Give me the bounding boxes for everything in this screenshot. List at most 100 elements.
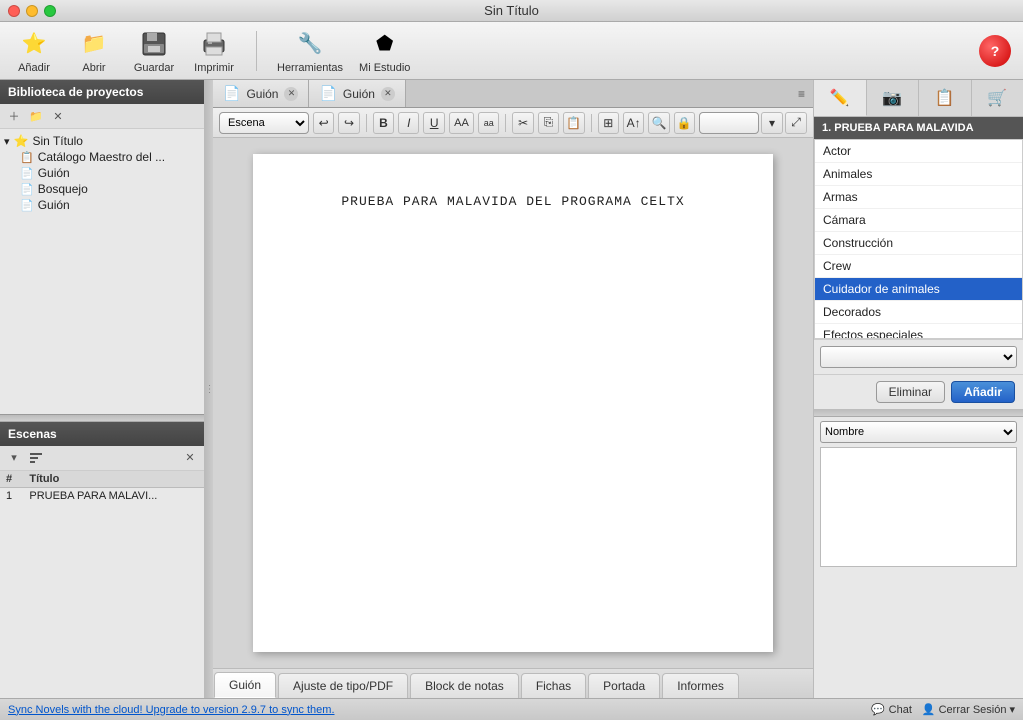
tab-2[interactable]: 📄 Guión ✕ — [309, 80, 405, 107]
mystudio-button[interactable]: ⬟ Mi Estudio — [359, 28, 410, 74]
paste-btn[interactable]: 📋 — [563, 112, 584, 134]
chat-label: Chat — [889, 704, 912, 716]
left-sidebar: Biblioteca de proyectos ＋ 📁 ✕ ▾ ⭐ Sin Tí… — [0, 80, 205, 698]
resize-handle[interactable]: ⋮ — [205, 80, 213, 698]
cut-btn[interactable]: ✂ — [512, 112, 533, 134]
rp-item-camara[interactable]: Cámara — [815, 209, 1022, 232]
font-smaller-btn[interactable]: aa — [478, 112, 499, 134]
rp-tabs: ✏️ 📷 📋 🛒 — [814, 80, 1023, 117]
rp-item-construccion[interactable]: Construcción — [815, 232, 1022, 255]
tree-item-outline[interactable]: 📄 Bosquejo — [16, 181, 204, 197]
right-panel: ✏️ 📷 📋 🛒 1. PRUEBA PARA MALAVIDA Actor A… — [813, 80, 1023, 698]
tab2-close[interactable]: ✕ — [381, 87, 395, 101]
rp-delete-button[interactable]: Eliminar — [876, 381, 945, 403]
rp-item-decorados[interactable]: Decorados — [815, 301, 1022, 324]
mystudio-icon: ⬟ — [369, 28, 401, 60]
tools-button[interactable]: 🔧 Herramientas — [277, 28, 343, 74]
scenes-table: # Título 1 PRUEBA PARA MALAVI... — [0, 471, 204, 504]
sync-link[interactable]: Sync Novels with the cloud! Upgrade to v… — [8, 704, 335, 716]
rp-tab-cart[interactable]: 🛒 — [972, 80, 1023, 116]
triangle-icon: ▾ — [4, 135, 10, 148]
sidebar-remove-btn[interactable]: ✕ — [48, 107, 68, 125]
rp-item-crew[interactable]: Crew — [815, 255, 1022, 278]
fullscreen-btn[interactable]: ⤢ — [785, 112, 807, 134]
tab2-icon: 📄 — [319, 85, 336, 102]
folder-icon: 📁 — [78, 28, 110, 60]
rp-item-cuidador[interactable]: Cuidador de animales — [815, 278, 1022, 301]
typeface-btn[interactable]: A↑ — [623, 112, 644, 134]
rp-category-list: Actor Animales Armas Cámara Construcción… — [814, 139, 1023, 339]
tree-root[interactable]: ▾ ⭐ Sin Título — [0, 133, 204, 149]
rp-item-actor[interactable]: Actor — [815, 140, 1022, 163]
save-icon — [138, 28, 170, 60]
rp-search-dropdown[interactable] — [820, 346, 1017, 368]
help-icon[interactable]: ? — [979, 35, 1011, 67]
scenes-add-btn[interactable]: ▾ — [4, 449, 24, 467]
tree-item-script1[interactable]: 📄 Guión — [16, 165, 204, 181]
script-icon: 📄 — [20, 167, 34, 180]
font-larger-btn[interactable]: AA — [449, 112, 474, 134]
rp-item-armas[interactable]: Armas — [815, 186, 1022, 209]
bold-btn[interactable]: B — [373, 112, 394, 134]
minimize-button[interactable] — [26, 5, 38, 17]
tools-icon: 🔧 — [294, 28, 326, 60]
rp-tab-pen[interactable]: ✏️ — [814, 80, 867, 116]
sidebar-header: Biblioteca de proyectos — [0, 80, 204, 104]
chat-button[interactable]: 💬 Chat — [871, 703, 912, 716]
zoom-input[interactable]: 100% — [699, 112, 759, 134]
format-select[interactable]: Escena — [219, 112, 309, 134]
tab1-close[interactable]: ✕ — [284, 87, 298, 101]
btab-guion[interactable]: Guión — [214, 672, 276, 698]
redo-btn[interactable]: ↪ — [338, 112, 359, 134]
col-title: Título — [23, 471, 204, 488]
tab1-label: Guión — [246, 87, 278, 101]
btab-portada[interactable]: Portada — [588, 673, 660, 698]
add-button[interactable]: ⭐ Añadir — [12, 28, 56, 74]
print-button[interactable]: Imprimir — [192, 28, 236, 74]
rp-item-animales[interactable]: Animales — [815, 163, 1022, 186]
tree-item-script2[interactable]: 📄 Guión — [16, 197, 204, 213]
scenes-section: Escenas ▾ ✕ # Título — [0, 422, 204, 699]
script2-icon: 📄 — [20, 199, 34, 212]
copy-btn[interactable]: ⎘ — [538, 112, 559, 134]
session-button[interactable]: 👤 Cerrar Sesión ▾ — [922, 703, 1015, 716]
format-btn[interactable]: ⊞ — [598, 112, 619, 134]
document-content[interactable]: PRUEBA PARA MALAVIDA DEL PROGRAMA CELTX — [303, 194, 723, 209]
rp-nombre-select[interactable]: Nombre — [820, 421, 1017, 443]
scenes-sort-btn[interactable] — [26, 449, 46, 467]
tree-item-catalog[interactable]: 📋 Catálogo Maestro del ... — [16, 149, 204, 165]
rp-nombre-area: Nombre — [814, 417, 1023, 573]
rp-section-title: 1. PRUEBA PARA MALAVIDA — [814, 117, 1023, 139]
tabs-options[interactable]: ≡ — [790, 80, 813, 107]
tab-1[interactable]: 📄 Guión ✕ — [213, 80, 309, 107]
btab-ajuste[interactable]: Ajuste de tipo/PDF — [278, 673, 408, 698]
scenes-close-btn[interactable]: ✕ — [180, 449, 200, 467]
sidebar-folder-btn[interactable]: 📁 — [26, 107, 46, 125]
sidebar-add-btn[interactable]: ＋ — [4, 107, 24, 125]
rp-tab-camera[interactable]: 📷 — [867, 80, 920, 116]
search-btn[interactable]: 🔍 — [648, 112, 669, 134]
underline-btn[interactable]: U — [423, 112, 444, 134]
close-button[interactable] — [8, 5, 20, 17]
rp-item-efectos[interactable]: Efectos especiales — [815, 324, 1022, 339]
save-button[interactable]: Guardar — [132, 28, 176, 74]
btab-fichas[interactable]: Fichas — [521, 673, 586, 698]
scene-row[interactable]: 1 PRUEBA PARA MALAVI... — [0, 487, 204, 504]
rp-add-button[interactable]: Añadir — [951, 381, 1015, 403]
undo-btn[interactable]: ↩ — [313, 112, 334, 134]
lock-btn[interactable]: 🔒 — [674, 112, 695, 134]
zoom-dropdown[interactable]: ▾ — [761, 112, 783, 134]
et-sep2 — [505, 114, 506, 132]
btab-informes[interactable]: Informes — [662, 673, 739, 698]
status-right: 💬 Chat 👤 Cerrar Sesión ▾ — [871, 703, 1015, 716]
tab2-label: Guión — [343, 87, 375, 101]
btab-block[interactable]: Block de notas — [410, 673, 519, 698]
italic-btn[interactable]: I — [398, 112, 419, 134]
open-button[interactable]: 📁 Abrir — [72, 28, 116, 74]
fullscreen-button[interactable] — [44, 5, 56, 17]
status-bar: Sync Novels with the cloud! Upgrade to v… — [0, 698, 1023, 720]
session-label: Cerrar Sesión — [939, 704, 1007, 716]
rp-tab-doc[interactable]: 📋 — [919, 80, 972, 116]
title-bar: Sin Título — [0, 0, 1023, 22]
scenes-toolbar: ▾ ✕ — [0, 446, 204, 471]
